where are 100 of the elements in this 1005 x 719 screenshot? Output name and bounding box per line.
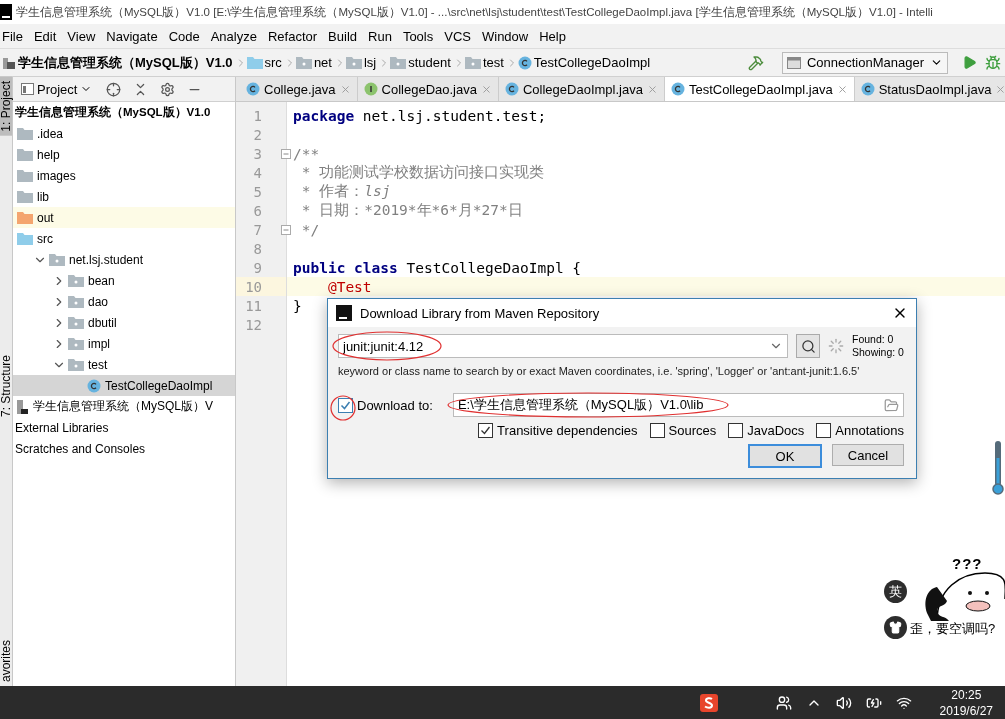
input-method-icon[interactable] <box>699 693 718 712</box>
code-line: @Test <box>326 278 372 295</box>
code-line: } <box>293 297 302 314</box>
tree-item[interactable]: dbutil <box>88 315 117 330</box>
menu-item[interactable]: Window <box>476 28 535 44</box>
class-icon <box>860 82 875 96</box>
download-path-field[interactable]: E:\学生信息管理系统（MySQL版）V1.0\lib <box>452 393 904 417</box>
tree-item[interactable]: out <box>37 210 54 225</box>
package-icon <box>345 56 362 69</box>
folder-icon[interactable] <box>884 398 899 413</box>
line-number: 8 <box>252 240 262 257</box>
clock-time: 20:25 <box>951 686 982 703</box>
folder-icon <box>17 232 33 245</box>
locate-icon[interactable] <box>106 81 122 97</box>
folder-icon <box>17 148 33 161</box>
tree-item[interactable]: images <box>37 168 76 183</box>
menu-item[interactable]: VCS <box>439 28 477 44</box>
tree-item[interactable]: Scratches and Consoles <box>15 441 146 456</box>
tree-item[interactable]: net.lsj.student <box>69 252 144 267</box>
checkbox[interactable] <box>478 423 494 438</box>
menu-item[interactable]: Edit <box>28 28 63 44</box>
package-icon <box>464 56 481 69</box>
breadcrumb[interactable]: net <box>311 55 334 70</box>
class-icon <box>504 82 519 96</box>
cancel-button[interactable]: Cancel <box>832 444 904 466</box>
editor-tab[interactable]: StatusDaoImpl.java <box>854 77 1005 101</box>
breadcrumb[interactable]: test <box>480 55 506 70</box>
menu-item[interactable]: View <box>62 28 102 44</box>
editor-tab[interactable]: CollegeDaoImpl.java <box>498 77 665 101</box>
line-number: 12 <box>244 316 262 333</box>
line-number: 11 <box>244 297 262 314</box>
clock[interactable]: 20:25 2019/6/27 <box>939 686 993 719</box>
project-icon <box>2 55 16 70</box>
checkbox[interactable] <box>649 423 665 438</box>
tree-item[interactable]: test <box>88 357 108 372</box>
package-icon <box>68 274 84 287</box>
menu-item[interactable]: Tools <box>397 28 440 44</box>
checkbox[interactable] <box>816 423 832 438</box>
ok-button[interactable]: OK <box>748 444 822 468</box>
speech-caption: 歪，要空调吗? <box>910 620 996 638</box>
hammer-icon[interactable] <box>747 54 764 71</box>
search-combo-field[interactable]: junit:junit:4.12 <box>338 334 788 358</box>
menu-item[interactable]: Code <box>163 28 206 44</box>
tree-item[interactable]: External Libraries <box>15 420 109 435</box>
menu-item[interactable]: Navigate <box>101 28 164 44</box>
search-button[interactable] <box>796 334 820 358</box>
annotation-ellipse <box>330 394 356 421</box>
thermometer-icon <box>992 440 1004 496</box>
breadcrumb[interactable]: lsj <box>361 55 379 70</box>
speaker-icon[interactable] <box>835 694 852 711</box>
editor-tab[interactable]: CollegeDao.java <box>357 77 499 101</box>
thought-marks: ??? <box>952 555 983 572</box>
package-icon <box>295 56 312 69</box>
editor-tab[interactable]: TestCollegeDaoImpl.java <box>664 77 855 101</box>
menu-item[interactable]: Help <box>534 28 572 44</box>
package-icon <box>68 337 84 350</box>
breadcrumb[interactable]: TestCollegeDaoImpl <box>531 55 653 70</box>
tree-item[interactable]: 学生信息管理系统（MySQL版）V1.0 <box>15 105 211 120</box>
folder-icon <box>17 127 33 140</box>
checkbox[interactable] <box>338 397 353 413</box>
breadcrumb[interactable]: src <box>262 55 284 70</box>
run-icon[interactable] <box>962 55 977 70</box>
package-icon <box>390 56 407 69</box>
debug-icon[interactable] <box>985 54 1001 71</box>
tree-item[interactable]: 学生信息管理系统（MySQL版）V <box>33 398 213 415</box>
tree-item[interactable]: .idea <box>37 126 64 141</box>
breadcrumb[interactable]: 学生信息管理系统（MySQL版）V1.0 <box>16 53 235 72</box>
tree-item[interactable]: dao <box>88 294 109 309</box>
breadcrumb[interactable]: student <box>406 55 453 70</box>
tree-item[interactable]: help <box>37 147 60 162</box>
settings-icon[interactable] <box>160 81 176 97</box>
class-icon <box>517 55 532 70</box>
class-icon <box>246 82 260 96</box>
menu-item[interactable]: Analyze <box>205 28 263 44</box>
found-count: Found: 0 <box>852 333 895 346</box>
line-number: 1 <box>252 107 262 124</box>
people-icon[interactable] <box>775 694 792 711</box>
checkbox[interactable] <box>728 423 744 438</box>
tree-item[interactable]: lib <box>37 189 49 204</box>
menu-item[interactable]: Run <box>363 28 398 44</box>
menu-item[interactable]: File <box>0 28 29 44</box>
module-icon <box>15 398 29 415</box>
folder-icon <box>246 56 263 69</box>
line-number: 2 <box>252 126 262 143</box>
spinner-icon <box>828 338 844 354</box>
menu-item[interactable]: Refactor <box>262 28 324 44</box>
window-icon <box>786 56 801 69</box>
code-line: */ <box>300 221 320 238</box>
tree-item[interactable]: impl <box>88 336 110 351</box>
run-config-dropdown[interactable]: ConnectionManager <box>781 51 948 74</box>
hint-text: keyword or class name to search by or exact Maven coordinates, i.e. 'spring', 'Logger' or 'ant:ant-junit:1.6.5' <box>338 365 861 377</box>
menu-item[interactable]: Build <box>323 28 363 44</box>
search-icon <box>800 338 816 354</box>
line-number: 7 <box>252 221 262 238</box>
tree-item[interactable]: src <box>37 231 53 246</box>
clock-date: 2019/6/27 <box>939 702 993 719</box>
code-line: package net.lsj.student.test; <box>293 107 547 124</box>
editor-tab[interactable]: College.java <box>240 77 358 101</box>
tree-item[interactable]: bean <box>88 273 115 288</box>
line-number: 10 <box>244 278 262 295</box>
